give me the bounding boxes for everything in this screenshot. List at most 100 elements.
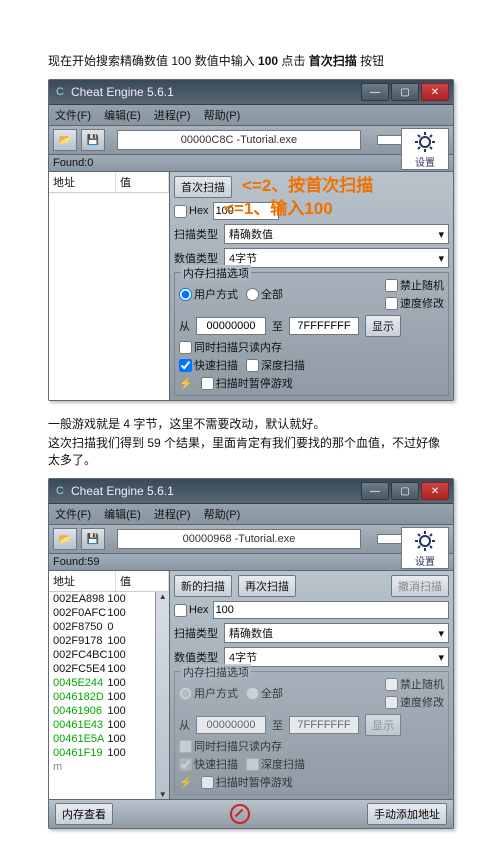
scan-type-dropdown[interactable]: 精确数值▾: [224, 623, 449, 643]
col-value[interactable]: 值: [116, 172, 169, 192]
value-input[interactable]: [213, 202, 279, 220]
value-type-dropdown[interactable]: 4字节▾: [224, 248, 449, 268]
minimize-button[interactable]: —: [361, 482, 389, 500]
save-button[interactable]: 💾: [81, 129, 105, 151]
range-from-input[interactable]: [196, 317, 266, 335]
memory-options-fieldset: 内存扫描选项 用户方式 全部 禁止随机 速度修改 从 至 显示: [174, 272, 449, 396]
scroll-up-icon[interactable]: ▲: [159, 592, 167, 601]
scrollbar[interactable]: ▲▼: [155, 592, 169, 799]
manual-add-button[interactable]: 手动添加地址: [367, 803, 447, 825]
menu-file[interactable]: 文件(F): [55, 509, 91, 521]
hex-checkbox[interactable]: Hex: [174, 604, 209, 617]
first-scan-button[interactable]: 首次扫描: [174, 176, 232, 198]
table-row-more: m: [49, 760, 155, 774]
chevron-down-icon: ▾: [438, 651, 444, 664]
scan-type-label: 扫描类型: [174, 226, 218, 242]
toolbar: 📂 💾 00000C8C -Tutorial.exe 设置: [49, 126, 453, 155]
settings-box[interactable]: 设置: [401, 527, 449, 569]
gear-icon: [413, 529, 437, 553]
menu-help[interactable]: 帮助(P): [204, 509, 241, 521]
close-button[interactable]: ✕: [421, 83, 449, 101]
col-value[interactable]: 值: [116, 571, 169, 591]
menu-help[interactable]: 帮助(P): [204, 110, 241, 122]
menu-edit[interactable]: 编辑(E): [104, 110, 141, 122]
memory-options-legend: 内存扫描选项: [181, 664, 251, 680]
forbid-icon: [230, 804, 250, 824]
window-title: Cheat Engine 5.6.1: [71, 85, 174, 99]
window-scan-1: C Cheat Engine 5.6.1 — ▢ ✕ 文件(F) 编辑(E) 进…: [48, 79, 454, 401]
table-row[interactable]: 0045E244100: [49, 676, 155, 690]
table-row[interactable]: 00461906100: [49, 704, 155, 718]
scan-type-dropdown[interactable]: 精确数值▾: [224, 224, 449, 244]
from-label: 从: [179, 717, 190, 733]
chevron-down-icon: ▾: [438, 228, 444, 241]
range-to-input[interactable]: [289, 317, 359, 335]
table-row[interactable]: 002FC4BC100: [49, 648, 155, 662]
table-row[interactable]: 002F0AFC100: [49, 606, 155, 620]
table-row[interactable]: 00461E43100: [49, 718, 155, 732]
show-button[interactable]: 显示: [365, 315, 401, 337]
range-to-input: [289, 716, 359, 734]
titlebar[interactable]: C Cheat Engine 5.6.1 — ▢ ✕: [49, 80, 453, 105]
table-row[interactable]: 002FC5E4100: [49, 662, 155, 676]
results-body-empty: [49, 193, 169, 400]
process-target-box[interactable]: 00000968 -Tutorial.exe: [117, 529, 361, 549]
found-bar: Found:59: [49, 554, 453, 571]
menu-process[interactable]: 进程(P): [154, 509, 191, 521]
open-process-button[interactable]: 📂: [53, 129, 77, 151]
window-scan-2: C Cheat Engine 5.6.1 — ▢ ✕ 文件(F) 编辑(E) 进…: [48, 478, 454, 829]
readonly-check[interactable]: 同时扫描只读内存: [179, 339, 282, 355]
memory-options-legend: 内存扫描选项: [181, 265, 251, 281]
hex-checkbox[interactable]: Hex: [174, 205, 209, 218]
menu-process[interactable]: 进程(P): [154, 110, 191, 122]
new-scan-button[interactable]: 新的扫描: [174, 575, 232, 597]
menubar: 文件(F) 编辑(E) 进程(P) 帮助(P): [49, 504, 453, 525]
all-radio[interactable]: 全部: [246, 685, 283, 701]
all-radio[interactable]: 全部: [246, 286, 283, 302]
table-row[interactable]: 002F87500: [49, 620, 155, 634]
process-target-box[interactable]: 00000C8C -Tutorial.exe: [117, 130, 361, 150]
lightning-icon: ⚡: [179, 377, 193, 390]
table-row[interactable]: 00461F19100: [49, 746, 155, 760]
close-button[interactable]: ✕: [421, 482, 449, 500]
deep-scan-check[interactable]: 深度扫描: [246, 357, 305, 373]
results-panel: 地址 值: [49, 172, 170, 400]
user-mode-radio[interactable]: 用户方式: [179, 685, 238, 701]
results-body[interactable]: 002EA898100002F0AFC100002F87500002F91781…: [49, 592, 169, 799]
pause-game-check[interactable]: 扫描时暂停游戏: [201, 375, 293, 391]
value-input[interactable]: [213, 601, 449, 619]
titlebar[interactable]: C Cheat Engine 5.6.1 — ▢ ✕: [49, 479, 453, 504]
undo-scan-button[interactable]: 撤消扫描: [391, 575, 449, 597]
scroll-down-icon[interactable]: ▼: [159, 790, 167, 799]
maximize-button[interactable]: ▢: [391, 482, 419, 500]
fast-scan-check[interactable]: 快速扫描: [179, 357, 238, 373]
value-type-dropdown[interactable]: 4字节▾: [224, 647, 449, 667]
chevron-down-icon: ▾: [438, 252, 444, 265]
table-row[interactable]: 002F9178100: [49, 634, 155, 648]
speed-hack-check[interactable]: 速度修改: [385, 295, 444, 311]
save-button[interactable]: 💾: [81, 528, 105, 550]
pause-game-check[interactable]: 扫描时暂停游戏: [201, 774, 293, 790]
open-process-button[interactable]: 📂: [53, 528, 77, 550]
fast-scan-check: 快速扫描: [179, 756, 238, 772]
menu-file[interactable]: 文件(F): [55, 110, 91, 122]
table-row[interactable]: 00461E5A100: [49, 732, 155, 746]
forbid-random-check[interactable]: 禁止随机: [385, 676, 444, 692]
menubar: 文件(F) 编辑(E) 进程(P) 帮助(P): [49, 105, 453, 126]
menu-edit[interactable]: 编辑(E): [104, 509, 141, 521]
bottom-bar: 内存查看 手动添加地址: [49, 799, 453, 828]
forbid-random-check[interactable]: 禁止随机: [385, 277, 444, 293]
table-row[interactable]: 0046182D100: [49, 690, 155, 704]
next-scan-button[interactable]: 再次扫描: [238, 575, 296, 597]
col-address[interactable]: 地址: [49, 172, 116, 192]
maximize-button[interactable]: ▢: [391, 83, 419, 101]
scan-options-panel: <=2、按首次扫描 <=1、输入100 首次扫描 Hex 扫描类型 精确数值▾ …: [170, 172, 453, 400]
memory-view-button[interactable]: 内存查看: [55, 803, 113, 825]
scan-type-label: 扫描类型: [174, 625, 218, 641]
minimize-button[interactable]: —: [361, 83, 389, 101]
app-icon: C: [53, 85, 67, 99]
user-mode-radio[interactable]: 用户方式: [179, 286, 238, 302]
settings-box[interactable]: 设置: [401, 128, 449, 170]
col-address[interactable]: 地址: [49, 571, 116, 591]
table-row[interactable]: 002EA898100: [49, 592, 155, 606]
